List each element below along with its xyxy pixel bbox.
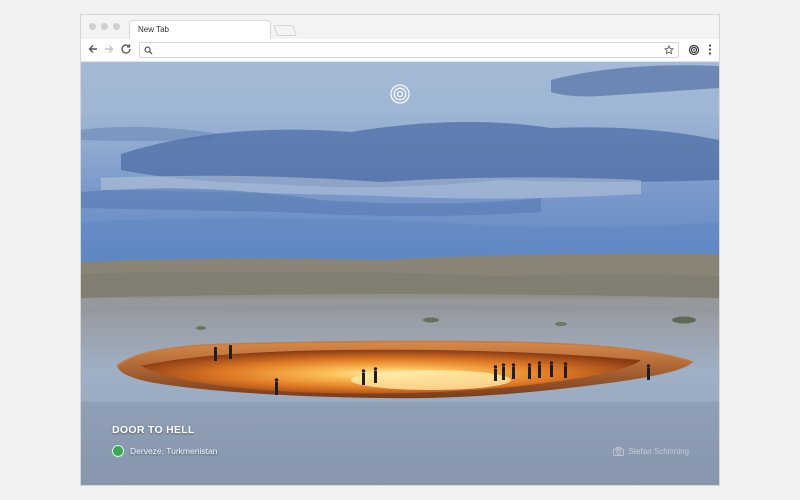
tab-title: New Tab [138, 25, 169, 34]
camera-icon [612, 446, 624, 456]
location-badge-icon [112, 445, 124, 457]
arrow-right-icon[interactable] [101, 41, 117, 57]
omnibox-input[interactable] [156, 43, 656, 57]
photo-credit-text: Stefan Schinning [628, 446, 690, 456]
photo-location[interactable]: Derveze, Turkmenistan [112, 444, 217, 458]
search-icon [144, 46, 153, 55]
reload-icon[interactable] [118, 41, 134, 57]
extension-icon[interactable] [686, 41, 702, 57]
window-minimize-dot[interactable] [101, 23, 108, 30]
browser-window: New Tab DOOR TO HELL Derveze, Turkmenist… [80, 14, 720, 486]
photo-credit[interactable]: Stefan Schinning [612, 444, 690, 458]
omnibox[interactable] [139, 42, 679, 58]
background-photo [81, 62, 719, 485]
photo-location-text: Derveze, Turkmenistan [130, 446, 218, 456]
toolbar [81, 39, 719, 62]
kebab-menu-icon[interactable] [702, 41, 718, 57]
new-tab-button[interactable] [272, 25, 298, 36]
star-icon[interactable] [664, 45, 674, 55]
arrow-left-icon[interactable] [85, 41, 101, 57]
target-icon[interactable] [389, 83, 411, 105]
tab-new-tab[interactable]: New Tab [129, 20, 271, 40]
title-bar: New Tab [81, 15, 719, 40]
photo-title: DOOR TO HELL [112, 424, 195, 436]
window-maximize-dot[interactable] [113, 23, 120, 30]
new-tab-background: DOOR TO HELL Derveze, Turkmenistan Stefa… [81, 62, 719, 485]
window-close-dot[interactable] [89, 23, 96, 30]
